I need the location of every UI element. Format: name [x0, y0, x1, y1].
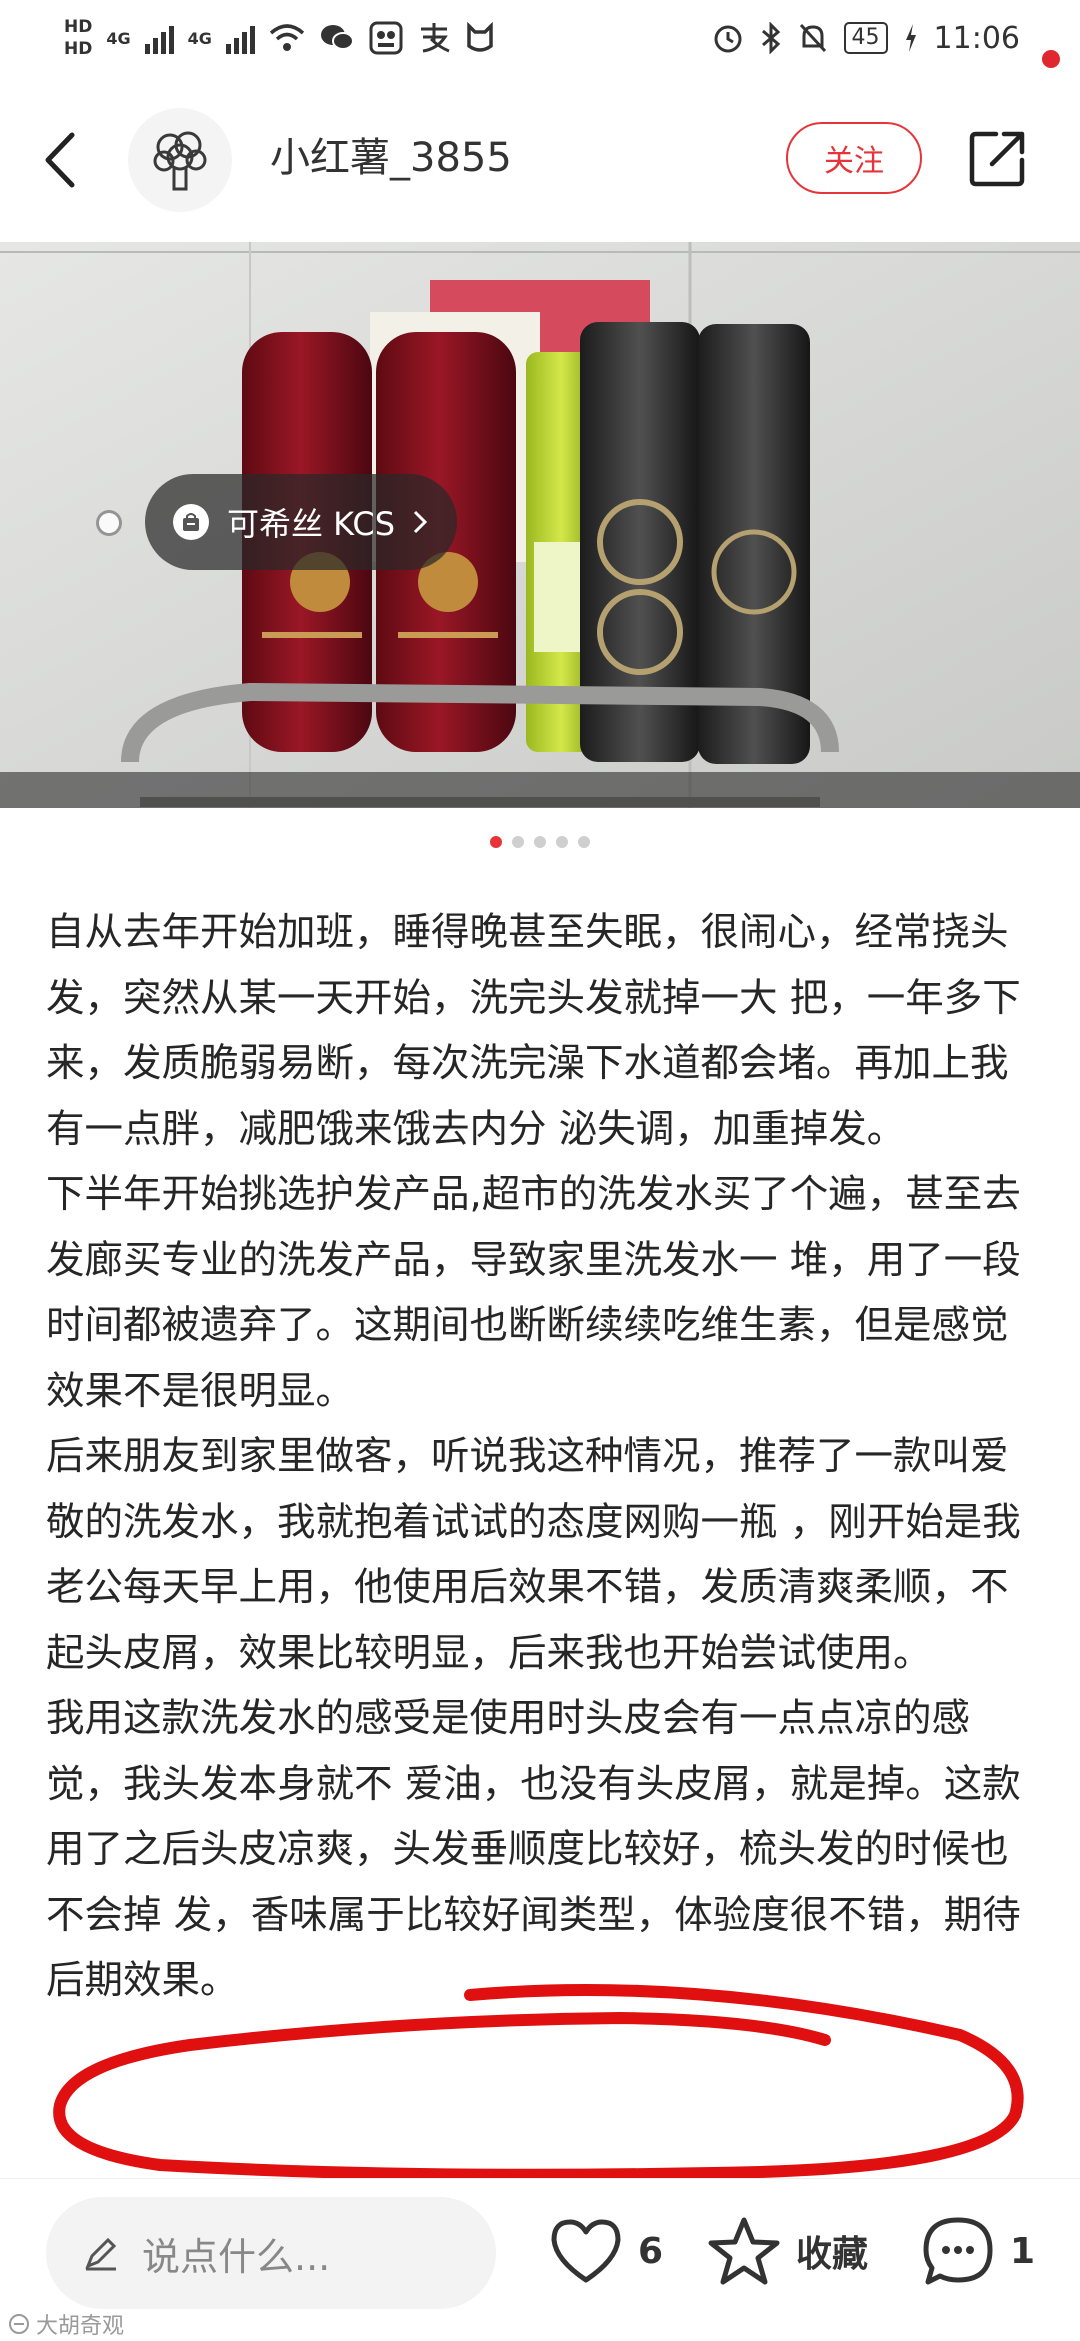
wechat-icon — [320, 25, 354, 50]
watermark-logo-icon — [9, 2314, 29, 2334]
post-photo[interactable]: 可希丝 KCS — [0, 242, 1080, 808]
post-header: 小红薯_3855 关注 — [0, 84, 1080, 234]
post-body: 自从去年开始加班，睡得晚甚至失眠，很闹心，经常挠头发，突然从某一天开始，洗完头发… — [46, 900, 1046, 2014]
carousel-dot[interactable] — [490, 836, 502, 848]
chevron-right-icon — [414, 510, 428, 534]
clock: 11:06 — [933, 20, 1020, 56]
avatar[interactable] — [128, 108, 232, 212]
comment-count: 1 — [1010, 2230, 1036, 2272]
carousel-dot[interactable] — [534, 836, 546, 848]
heart-icon — [551, 2219, 621, 2283]
signal-icon — [144, 22, 174, 54]
post-paragraph: 后来朋友到家里做客，听说我这种情况，推荐了一款叫爱敬的洗发水，我就抱着试试的态度… — [46, 1434, 1021, 1676]
app-icon — [369, 21, 403, 55]
collect-button[interactable]: 收藏 — [706, 2201, 868, 2301]
share-icon — [969, 131, 1025, 187]
username[interactable]: 小红薯_3855 — [270, 128, 512, 188]
post-paragraph: 我用这款洗发水的感受是使用时头皮会有一点点凉的感觉，我头发本身就不 爱油，也没有… — [46, 1696, 1021, 2003]
cat-app-icon — [467, 22, 493, 52]
carousel-indicator — [0, 836, 1080, 848]
status-bar: HD HD 4G 4G 45 11:06 — [0, 0, 1080, 76]
network-type-2: 4G — [187, 28, 212, 48]
back-button[interactable] — [30, 122, 90, 198]
watermark-text: 大胡奇观 — [36, 2314, 125, 2339]
wifi-icon — [269, 24, 305, 51]
comment-button[interactable]: 1 — [920, 2201, 1035, 2301]
like-count: 6 — [638, 2230, 664, 2272]
shopping-bag-icon — [173, 504, 209, 540]
product-tag-label: 可希丝 KCS — [227, 505, 396, 543]
like-button[interactable]: 6 — [548, 2201, 663, 2301]
hd-label-1: HD — [64, 17, 93, 37]
alipay-icon — [420, 23, 450, 53]
carousel-dot[interactable] — [556, 836, 568, 848]
post-paragraph: 自从去年开始加班，睡得晚甚至失眠，很闹心，经常挠头发，突然从某一天开始，洗完头发… — [46, 910, 1021, 1152]
notification-dot — [1042, 50, 1060, 68]
watermark: 大胡奇观 — [8, 2308, 124, 2340]
comment-input[interactable]: 说点什么... — [46, 2197, 496, 2309]
carousel-dot[interactable] — [578, 836, 590, 848]
pencil-icon — [85, 2237, 117, 2271]
carousel-dot[interactable] — [512, 836, 524, 848]
hd-label-2: HD — [64, 39, 93, 59]
star-icon — [708, 2217, 780, 2285]
battery-indicator: 45 — [843, 22, 888, 54]
share-button[interactable] — [964, 124, 1032, 192]
back-arrow-icon — [45, 132, 75, 188]
alarm-icon — [714, 25, 742, 53]
bottom-action-bar: 说点什么... 6 收藏 1 — [0, 2178, 1080, 2341]
broccoli-icon — [153, 131, 207, 191]
follow-button[interactable]: 关注 — [786, 122, 922, 194]
collect-label: 收藏 — [796, 2234, 869, 2275]
comment-bubble-icon — [923, 2217, 993, 2285]
mute-icon — [799, 23, 826, 53]
signal-icon-2 — [225, 22, 255, 54]
post-paragraph: 下半年开始挑选护发产品,超市的洗发水买了个遍，甚至去发廊买专业的洗发产品，导致家… — [46, 1172, 1021, 1414]
product-tag[interactable]: 可希丝 KCS — [145, 474, 458, 570]
comment-placeholder: 说点什么... — [142, 2234, 331, 2279]
charging-icon — [905, 24, 916, 52]
network-type-1: 4G — [106, 28, 131, 48]
bluetooth-icon — [761, 22, 780, 54]
hd-indicator: HD HD — [64, 16, 92, 60]
tag-anchor-dot — [96, 510, 122, 536]
